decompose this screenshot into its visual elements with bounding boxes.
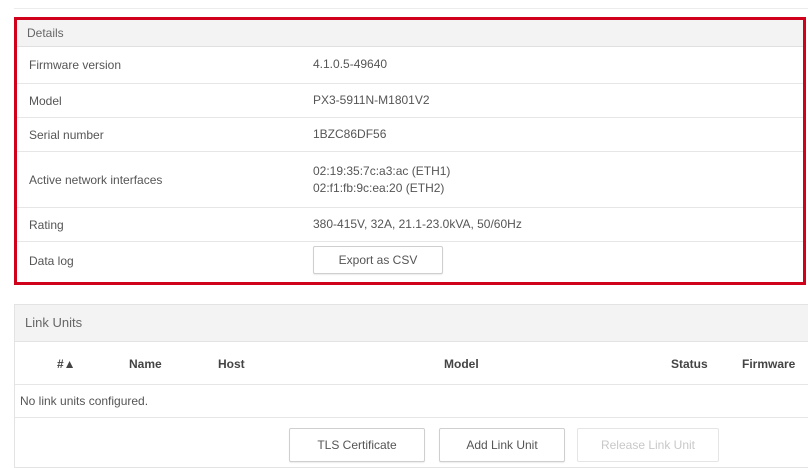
row-label: Model (29, 93, 62, 108)
table-divider (15, 417, 808, 418)
row-label: Data log (29, 253, 74, 268)
details-panel: Details Firmware version 4.1.0.5-49640 M… (14, 17, 806, 285)
row-label: Serial number (29, 127, 104, 142)
link-units-title: Link Units (15, 305, 808, 342)
add-link-unit-button[interactable]: Add Link Unit (439, 428, 565, 462)
details-row-model: Model PX3-5911N-M1801V2 (17, 84, 803, 118)
export-csv-button[interactable]: Export as CSV (313, 246, 443, 274)
release-link-unit-button[interactable]: Release Link Unit (577, 428, 719, 462)
column-header-number[interactable]: #▲ (57, 357, 76, 371)
details-row-serial: Serial number 1BZC86DF56 (17, 118, 803, 152)
row-value: 4.1.0.5-49640 (313, 57, 388, 71)
column-header-host[interactable]: Host (218, 357, 245, 371)
column-header-firmware[interactable]: Firmware (742, 357, 795, 371)
network-interface-eth1: 02:19:35:7c:a3:ac (ETH1) (313, 163, 451, 178)
table-divider (15, 384, 808, 385)
tls-certificate-button[interactable]: TLS Certificate (289, 428, 425, 462)
row-label: Firmware version (29, 57, 122, 72)
network-interface-eth2: 02:f1:fb:9c:ea:20 (ETH2) (313, 180, 445, 195)
row-value: 380-415V, 32A, 21.1-23.0kVA, 50/60Hz (313, 217, 522, 231)
details-row-datalog: Data log Export as CSV (17, 242, 803, 279)
column-header-model[interactable]: Model (444, 357, 479, 371)
row-value: 02:19:35:7c:a3:ac (ETH1) 02:f1:fb:9c:ea:… (313, 152, 450, 207)
link-units-panel: Link Units #▲ Name Host Model Status Fir… (14, 304, 808, 468)
details-row-rating: Rating 380-415V, 32A, 21.1-23.0kVA, 50/6… (17, 208, 803, 242)
empty-table-message: No link units configured. (20, 394, 149, 408)
row-value: 1BZC86DF56 (313, 127, 387, 141)
details-row-firmware: Firmware version 4.1.0.5-49640 (17, 46, 803, 84)
row-value: PX3-5911N-M1801V2 (313, 93, 430, 107)
row-label: Active network interfaces (29, 172, 163, 187)
column-header-name[interactable]: Name (129, 357, 162, 371)
row-label: Rating (29, 217, 64, 232)
top-divider (14, 8, 808, 9)
details-title: Details (17, 20, 803, 47)
column-header-status[interactable]: Status (671, 357, 708, 371)
details-row-network: Active network interfaces 02:19:35:7c:a3… (17, 152, 803, 208)
